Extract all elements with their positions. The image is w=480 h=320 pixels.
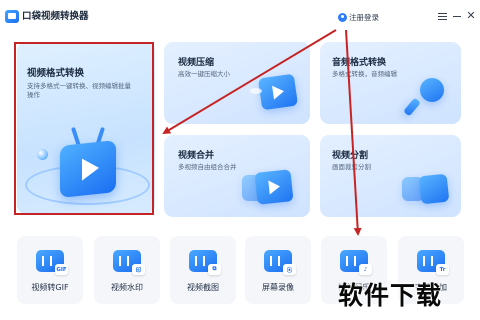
card-description: 多格式转换，音频编辑 <box>332 70 397 78</box>
card-title: 视频合并 <box>178 151 215 161</box>
play-icon <box>272 84 285 100</box>
tool-tag: ♪ <box>359 264 372 275</box>
tool-screen-record[interactable]: ⦿ 屏幕录像 <box>245 236 311 304</box>
merge-illustration <box>254 169 294 205</box>
decorative-orb <box>37 149 48 160</box>
card-description: 画面裁剪分割 <box>332 163 371 171</box>
play-icon <box>82 156 99 181</box>
card-merge[interactable]: 视频合并 多视频自由组合合并 <box>164 135 310 217</box>
watermark-icon: 印 <box>113 250 145 275</box>
decorative-shape <box>250 88 262 94</box>
card-title: 音频格式转换 <box>332 58 387 68</box>
watermark-text: 软件下载 <box>338 281 443 310</box>
tool-label: 视频截图 <box>187 283 219 292</box>
minimize-icon[interactable] <box>451 10 463 22</box>
tool-video-screenshot[interactable]: ⧉ 视频截图 <box>170 236 236 304</box>
app-logo-icon <box>5 10 19 23</box>
microphone-handle <box>403 97 421 117</box>
subtitle-icon: Tr <box>417 250 449 275</box>
tool-tag: Tr <box>436 264 449 275</box>
tool-video-to-gif[interactable]: GIF 视频转GIF <box>17 236 83 304</box>
login-label: 注册登录 <box>349 12 379 22</box>
tool-label: 屏幕录像 <box>262 283 294 292</box>
camera-icon: ⦿ <box>264 250 296 275</box>
tool-tag: ⧉ <box>208 264 221 275</box>
microphone-icon <box>420 78 444 102</box>
play-icon <box>268 179 281 195</box>
card-description: 支持多格式一键转换、视频编辑批量操作 <box>27 82 131 99</box>
tool-tag: ⦿ <box>283 264 296 275</box>
crop-icon: ⧉ <box>189 250 221 275</box>
card-title: 视频格式转换 <box>27 68 85 79</box>
tool-label: 视频转GIF <box>31 283 69 292</box>
tool-tag: 印 <box>132 264 145 275</box>
split-illustration-right <box>418 173 450 205</box>
user-icon <box>338 12 347 22</box>
tool-video-watermark[interactable]: 印 视频水印 <box>94 236 160 304</box>
card-compress[interactable]: 视频压缩 高效一键压缩大小 <box>164 42 310 124</box>
card-description: 高效一键压缩大小 <box>178 70 230 78</box>
title-bar: 口袋视频转换器 注册登录 ✕ <box>0 0 480 34</box>
tool-tag: GIF <box>55 264 68 275</box>
card-title: 视频分割 <box>332 151 369 161</box>
compress-illustration <box>257 73 299 111</box>
tool-label: 视频水印 <box>111 283 143 292</box>
card-title: 视频压缩 <box>178 58 215 68</box>
app-title: 口袋视频转换器 <box>22 11 89 22</box>
login-button[interactable]: 注册登录 <box>338 11 379 23</box>
card-split[interactable]: 视频分割 画面裁剪分割 <box>320 135 461 217</box>
close-icon[interactable]: ✕ <box>465 10 477 22</box>
tv-play-illustration <box>60 140 116 198</box>
gif-icon: GIF <box>36 250 68 275</box>
card-audio-convert[interactable]: 音频格式转换 多格式转换，音频编辑 <box>320 42 461 124</box>
menu-icon[interactable] <box>436 10 448 22</box>
card-description: 多视频自由组合合并 <box>178 163 237 171</box>
music-icon: ♪ <box>340 250 372 275</box>
